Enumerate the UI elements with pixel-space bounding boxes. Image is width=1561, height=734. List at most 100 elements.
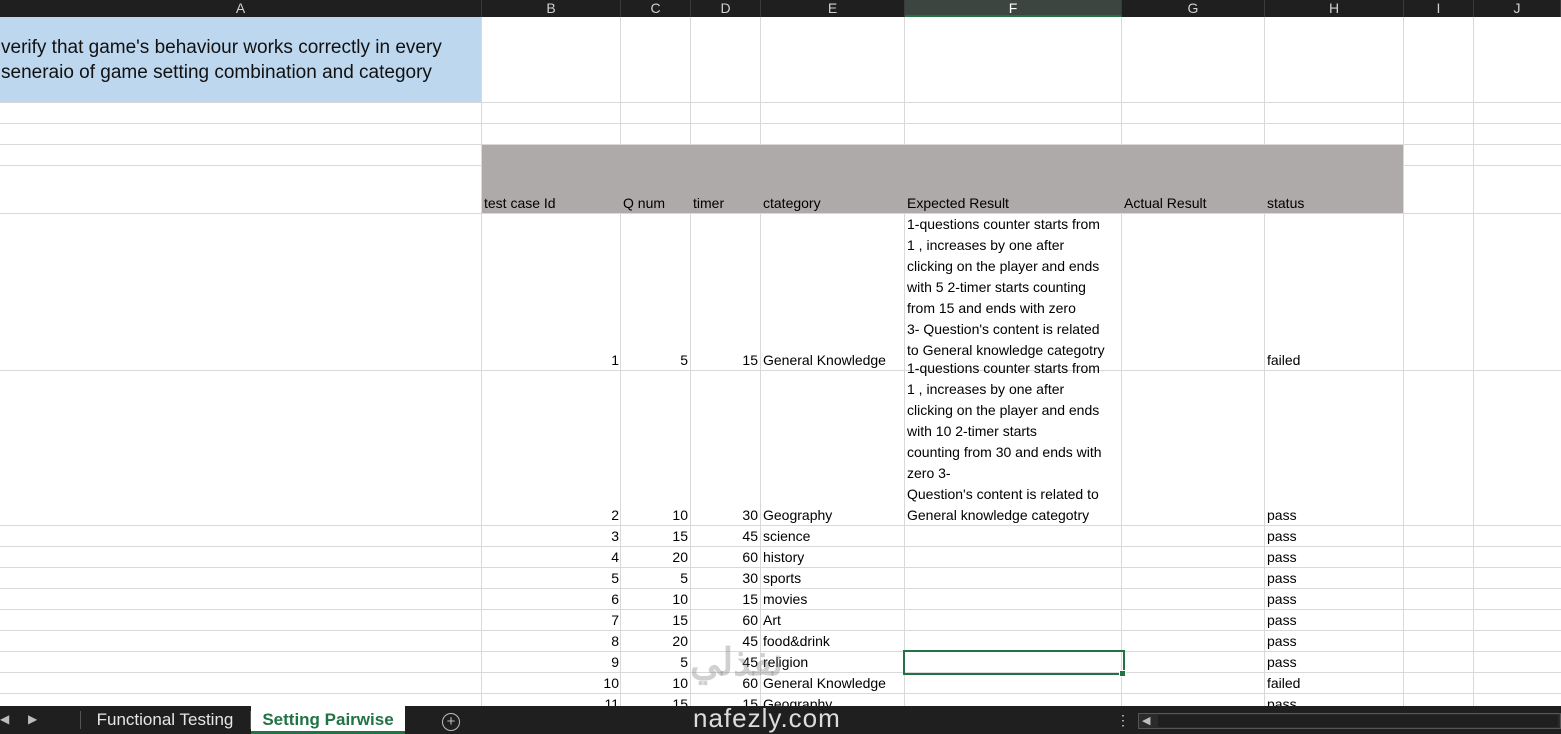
cell-status[interactable]: pass: [1267, 631, 1297, 652]
column-header-f[interactable]: F: [905, 0, 1122, 17]
cell-category[interactable]: history: [763, 547, 804, 568]
column-header-a[interactable]: A: [0, 0, 482, 17]
gridline: [1264, 17, 1265, 706]
gridline: [1473, 17, 1474, 706]
cell-status[interactable]: pass: [1267, 610, 1297, 631]
gridline: [1121, 17, 1122, 706]
column-header-b[interactable]: B: [482, 0, 621, 17]
header-test-case-id[interactable]: test case Id: [484, 193, 556, 213]
cell-q-num[interactable]: 20: [621, 547, 688, 568]
cell-test-case-id[interactable]: 2: [482, 505, 619, 526]
cell-test-case-id[interactable]: 3: [482, 526, 619, 547]
cell-timer[interactable]: 15: [691, 589, 758, 610]
expected-line: 3- Question's content is related: [907, 321, 1100, 337]
column-header-j[interactable]: J: [1474, 0, 1561, 17]
cell-status[interactable]: pass: [1267, 652, 1297, 673]
header-expected-result[interactable]: Expected Result: [907, 193, 1009, 213]
expected-result-cell-1[interactable]: 1-questions counter starts from 1 , incr…: [907, 214, 1119, 370]
gridline: [0, 102, 1561, 103]
cell-q-num[interactable]: 10: [621, 505, 688, 526]
cell-category[interactable]: General Knowledge: [763, 350, 886, 371]
cell-status[interactable]: failed: [1267, 673, 1300, 694]
watermark-arabic: نفذلي: [690, 642, 783, 684]
expected-line: with 5 2-timer starts counting: [907, 279, 1086, 295]
scrollbar-thumb[interactable]: [1158, 715, 1558, 727]
gridline: [904, 17, 905, 706]
cell-timer[interactable]: 15: [691, 350, 758, 371]
cell-q-num[interactable]: 15: [621, 610, 688, 631]
cell-category[interactable]: science: [763, 526, 810, 547]
title-line-1: verify that game's behaviour works corre…: [1, 37, 442, 58]
expected-line: 1-questions counter starts from: [907, 360, 1100, 376]
cell-timer[interactable]: 60: [691, 610, 758, 631]
cell-category[interactable]: sports: [763, 568, 801, 589]
cell-category[interactable]: Geography: [763, 505, 832, 526]
cell-q-num[interactable]: 15: [621, 526, 688, 547]
cell-q-num[interactable]: 15: [621, 694, 688, 706]
cell-test-case-id[interactable]: 5: [482, 568, 619, 589]
expected-line: 1 , increases by one after: [907, 237, 1065, 253]
cell-test-case-id[interactable]: 8: [482, 631, 619, 652]
tab-separator: [80, 711, 81, 729]
spreadsheet-grid[interactable]: A B C D E F G H I J verify that game's b…: [0, 0, 1561, 706]
cell-status[interactable]: pass: [1267, 526, 1297, 547]
column-header-d[interactable]: D: [691, 0, 761, 17]
cell-timer[interactable]: 30: [691, 505, 758, 526]
cell-q-num[interactable]: 5: [621, 652, 688, 673]
expected-result-cell-2[interactable]: 1-questions counter starts from 1 , incr…: [907, 358, 1119, 526]
cell-category[interactable]: Art: [763, 610, 781, 631]
cell-timer[interactable]: 60: [691, 547, 758, 568]
cell-test-case-id[interactable]: 6: [482, 589, 619, 610]
header-q-num[interactable]: Q num: [623, 193, 665, 213]
header-status[interactable]: status: [1267, 193, 1304, 213]
cell-test-case-id[interactable]: 1: [482, 350, 619, 371]
gridline: [760, 17, 761, 706]
cell-test-case-id[interactable]: 10: [482, 673, 619, 694]
expected-line: General knowledge categotry: [907, 507, 1090, 523]
cell-category[interactable]: movies: [763, 589, 807, 610]
scroll-left-icon[interactable]: ◀: [1142, 713, 1150, 729]
gridline: [0, 213, 1561, 214]
nav-left-icon[interactable]: ◀: [0, 712, 9, 726]
cell-test-case-id[interactable]: 9: [482, 652, 619, 673]
cell-q-num[interactable]: 20: [621, 631, 688, 652]
cell-timer[interactable]: 45: [691, 526, 758, 547]
gridline: [0, 123, 1561, 124]
nav-right-icon[interactable]: ▶: [28, 712, 37, 726]
gridline: [1403, 17, 1404, 706]
expected-line: from 15 and ends with zero: [907, 300, 1076, 316]
cell-q-num[interactable]: 5: [621, 568, 688, 589]
column-header-i[interactable]: I: [1404, 0, 1474, 17]
selected-cell-f[interactable]: [903, 650, 1125, 675]
cell-timer[interactable]: 30: [691, 568, 758, 589]
expected-line: zero 3-: [907, 465, 951, 481]
cell-q-num[interactable]: 5: [621, 350, 688, 371]
fill-handle[interactable]: [1119, 670, 1126, 677]
cell-test-case-id[interactable]: 11: [482, 694, 619, 706]
cell-test-case-id[interactable]: 4: [482, 547, 619, 568]
header-category[interactable]: ctategory: [763, 193, 821, 213]
cell-test-case-id[interactable]: 7: [482, 610, 619, 631]
column-header-h[interactable]: H: [1265, 0, 1404, 17]
cell-status[interactable]: pass: [1267, 547, 1297, 568]
expected-line: 1 , increases by one after: [907, 381, 1065, 397]
add-sheet-icon[interactable]: +: [442, 713, 460, 731]
column-header-g[interactable]: G: [1122, 0, 1265, 17]
header-actual-result[interactable]: Actual Result: [1124, 193, 1206, 213]
tab-setting-pairwise[interactable]: Setting Pairwise: [251, 706, 405, 734]
cell-status[interactable]: pass: [1267, 589, 1297, 610]
expected-line: counting from 30 and ends with: [907, 444, 1102, 460]
cell-status[interactable]: failed: [1267, 350, 1300, 371]
column-header-c[interactable]: C: [621, 0, 691, 17]
cell-q-num[interactable]: 10: [621, 673, 688, 694]
title-line-2: seneraio of game setting combination and…: [1, 62, 432, 83]
cell-q-num[interactable]: 10: [621, 589, 688, 610]
column-header-e[interactable]: E: [761, 0, 905, 17]
cell-status[interactable]: pass: [1267, 568, 1297, 589]
tab-functional-testing[interactable]: Functional Testing: [82, 706, 248, 734]
expected-line: with 10 2-timer starts: [907, 423, 1037, 439]
header-timer[interactable]: timer: [693, 193, 724, 213]
more-options-icon[interactable]: ⋮: [1116, 712, 1130, 729]
cell-status[interactable]: pass: [1267, 694, 1297, 706]
cell-status[interactable]: pass: [1267, 505, 1297, 526]
